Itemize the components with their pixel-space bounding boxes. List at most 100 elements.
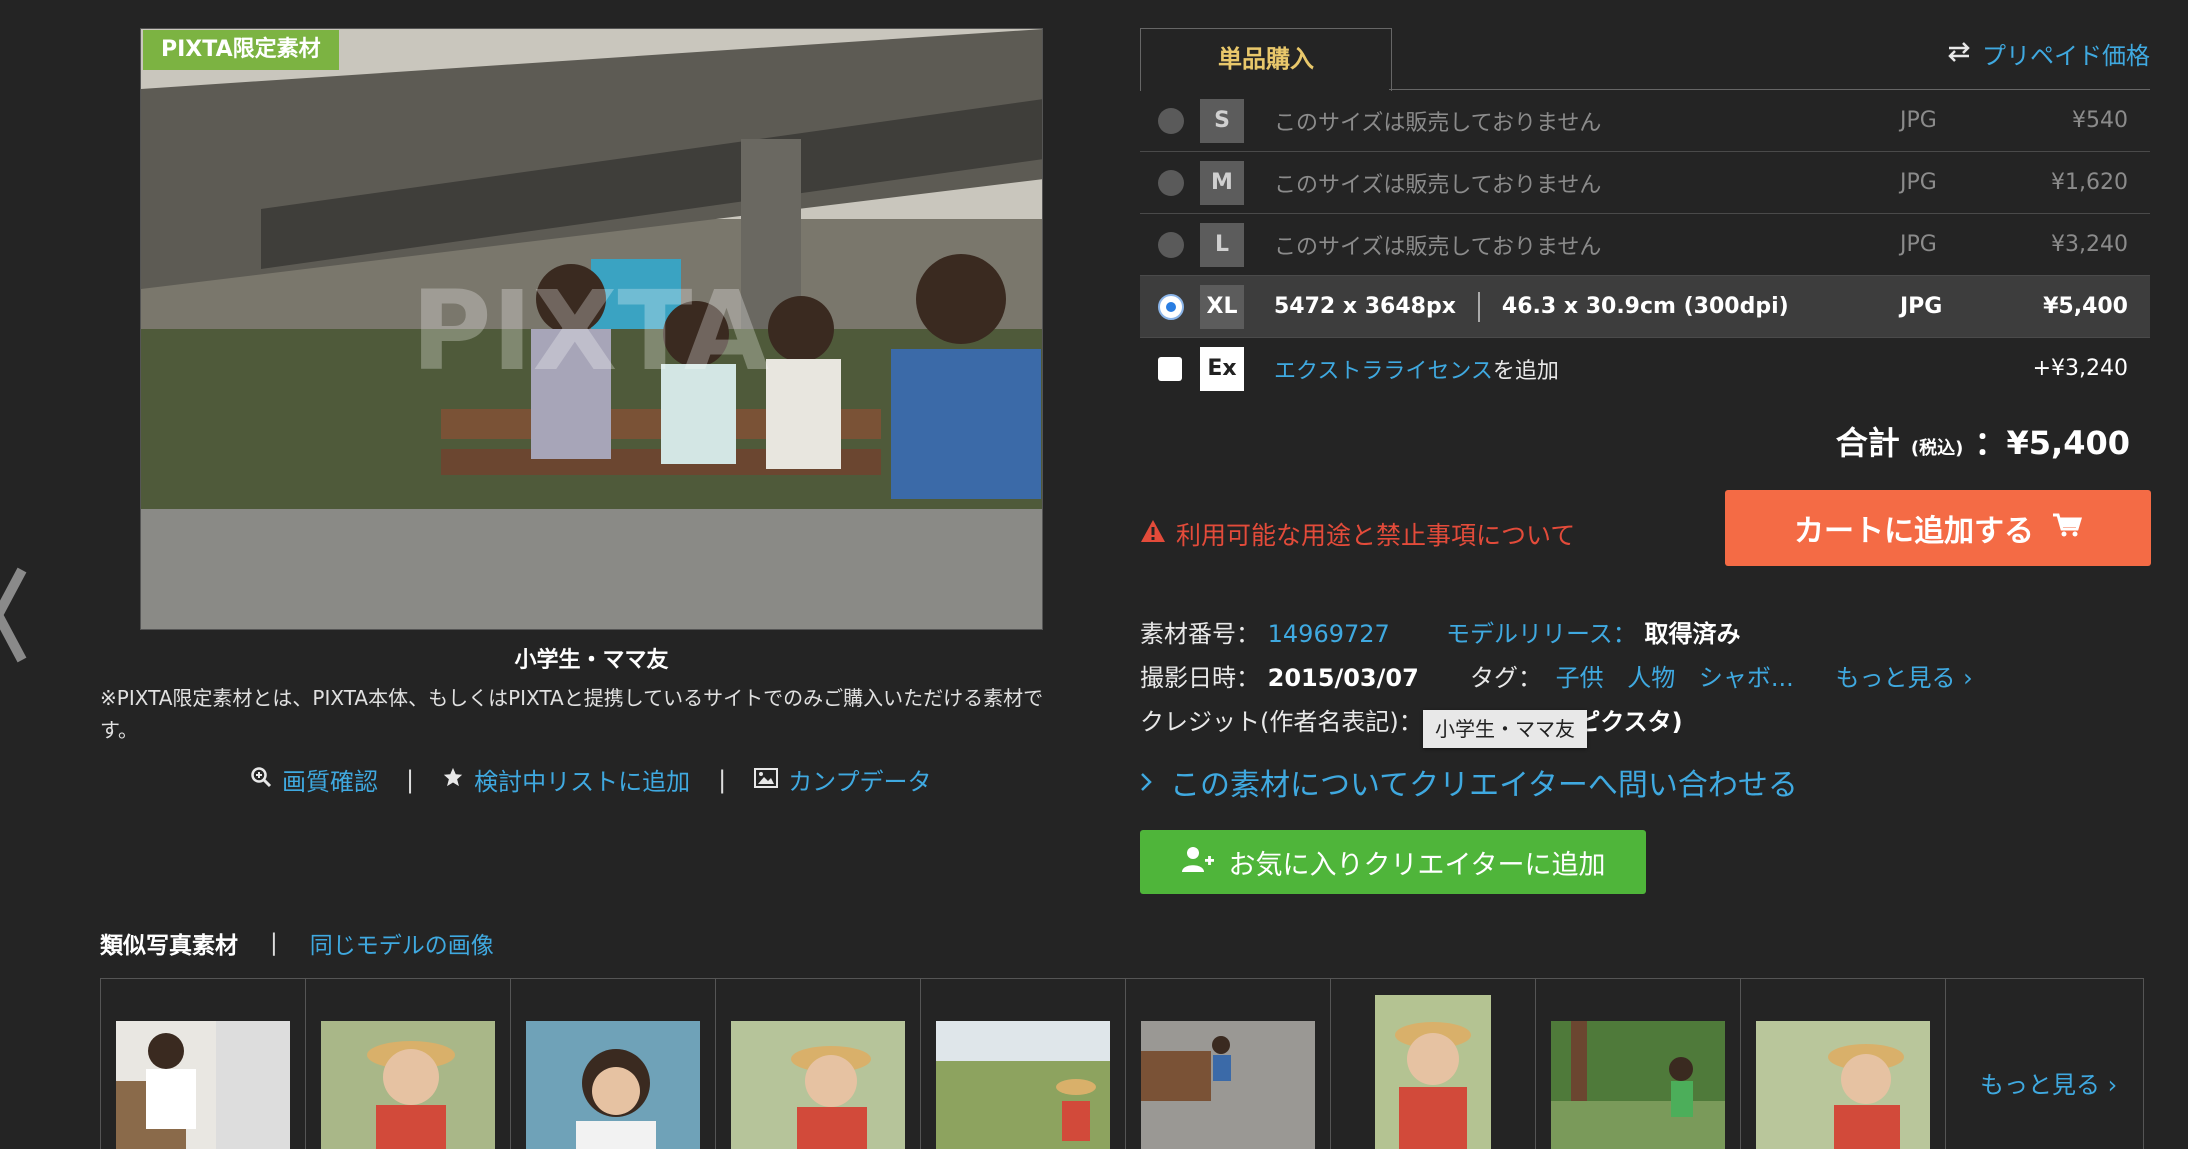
chevron-right-icon [1140, 765, 1152, 800]
divider: | [270, 930, 278, 956]
add-user-icon [1181, 845, 1215, 880]
similar-thumb-cell[interactable] [1536, 979, 1741, 1149]
size-radio[interactable] [1158, 107, 1184, 134]
more-tags-link[interactable]: もっと見る › [1835, 664, 1972, 692]
size-row-s[interactable]: S このサイズは販売しておりません JPG ¥540 [1140, 90, 2150, 152]
contact-creator-link[interactable]: この素材についてクリエイターへ問い合わせる [1140, 760, 1798, 804]
zoom-icon [250, 766, 272, 794]
size-format: JPG [1900, 170, 1937, 195]
cart-icon [2052, 511, 2083, 546]
similar-thumbnail[interactable] [1141, 1021, 1315, 1149]
usage-warning-link[interactable]: 利用可能な用途と禁止事項について [1140, 516, 1575, 552]
meta-row-tags: タグ： 子供 人物 シャボ... もっと見る › [1470, 658, 1973, 693]
quality-check-label: 画質確認 [282, 768, 378, 796]
extra-license-link[interactable]: エクストラライセンス [1274, 359, 1493, 384]
similar-thumb-cell[interactable] [511, 979, 716, 1149]
meta-credit-value: ピクスタ) [1576, 708, 1683, 736]
tab-single-purchase[interactable]: 単品購入 [1140, 28, 1392, 91]
meta-model-value: 取得済み [1644, 620, 1741, 648]
meta-row-id: 素材番号： 14969727 [1140, 614, 1390, 649]
quality-check-link[interactable]: 画質確認 [250, 762, 378, 797]
image-icon [754, 766, 779, 794]
wishlist-link[interactable]: 検討中リストに追加 [442, 762, 690, 797]
size-format: JPG [1900, 294, 1943, 319]
add-to-cart-button[interactable]: カートに追加する [1725, 490, 2151, 566]
total-label: 合計 [1835, 424, 1900, 462]
size-pixels: 5472 x 3648px [1274, 293, 1456, 319]
prepaid-price-link[interactable]: プリペイド価格 [1946, 36, 2150, 71]
add-to-cart-label: カートに追加する [1794, 514, 2034, 549]
photo-actions: 画質確認 | 検討中リストに追加 | カンプデータ [250, 762, 931, 797]
size-cm: 46.3 x 30.9cm (300dpi) [1501, 293, 1789, 319]
similar-thumbnail[interactable] [526, 1021, 700, 1149]
similar-thumb-cell[interactable] [306, 979, 511, 1149]
size-row-xl[interactable]: XL 5472 x 3648px 46.3 x 30.9cm (300dpi) J… [1140, 276, 2150, 338]
size-row-l[interactable]: L このサイズは販売しておりません JPG ¥3,240 [1140, 214, 2150, 276]
extra-license-checkbox[interactable] [1158, 356, 1182, 381]
previous-arrow-icon[interactable] [0, 560, 32, 670]
size-table: S このサイズは販売しておりません JPG ¥540 M このサイズは販売してお… [1140, 90, 2150, 399]
size-label: M [1200, 160, 1244, 205]
similar-thumb-cell[interactable] [1741, 979, 1946, 1149]
size-radio[interactable] [1158, 169, 1184, 196]
divider [1477, 291, 1480, 322]
credit-tooltip: 小学生・ママ友 [1423, 710, 1587, 748]
comp-data-label: カンプデータ [788, 768, 932, 796]
size-description: このサイズは販売しておりません [1274, 110, 1602, 136]
similar-thumbnail[interactable] [321, 1021, 495, 1149]
size-radio-selected[interactable] [1158, 293, 1184, 320]
meta-credit-label: クレジット(作者名表記)： [1140, 708, 1423, 736]
wishlist-label: 検討中リストに追加 [474, 768, 691, 796]
meta-row-date: 撮影日時： 2015/03/07 [1140, 658, 1419, 693]
similar-thumbnail[interactable] [936, 1021, 1110, 1149]
size-row-m[interactable]: M このサイズは販売しておりません JPG ¥1,620 [1140, 152, 2150, 214]
similar-thumbnail[interactable] [116, 1021, 290, 1149]
total-value: ：¥5,400 [1974, 424, 2131, 462]
contact-creator-label: この素材についてクリエイターへ問い合わせる [1170, 768, 1798, 803]
favorite-creator-button[interactable]: お気に入りクリエイターに追加 [1140, 830, 1646, 894]
size-label: XL [1200, 284, 1244, 329]
similar-thumbnail[interactable] [731, 1021, 905, 1149]
size-radio[interactable] [1158, 231, 1184, 258]
similar-thumbnails: もっと見る › [100, 978, 2144, 1149]
similar-thumbnail[interactable] [1756, 1021, 1930, 1149]
meta-model-label[interactable]: モデルリリース： [1446, 620, 1637, 648]
size-description: このサイズは販売しておりません [1274, 234, 1602, 260]
size-description: このサイズは販売しておりません [1274, 172, 1602, 198]
similar-title[interactable]: 類似写真素材 [100, 926, 238, 960]
comp-data-link[interactable]: カンプデータ [754, 762, 931, 797]
tag-link[interactable]: 子供 [1556, 664, 1604, 692]
tag-link[interactable]: シャボ... [1699, 664, 1794, 692]
size-price: ¥1,620 [2051, 170, 2128, 195]
size-description: 5472 x 3648px 46.3 x 30.9cm (300dpi) [1274, 291, 1789, 322]
tag-link[interactable]: 人物 [1627, 664, 1675, 692]
watermark: PIXTA [411, 267, 769, 395]
extra-license-row[interactable]: Ex エクストラライセンスを追加 +¥3,240 [1140, 338, 2150, 399]
similar-thumb-cell[interactable] [101, 979, 306, 1149]
size-label: Ex [1200, 346, 1244, 391]
similar-more-cell[interactable]: もっと見る › [1946, 979, 2143, 1149]
similar-thumb-cell[interactable] [1331, 979, 1536, 1149]
photo-caption: 小学生・ママ友 [514, 648, 669, 673]
main-photo[interactable]: PIXTA [140, 28, 1043, 630]
total-price: 合計 (税込) ：¥5,400 [1600, 418, 2130, 464]
size-price: ¥5,400 [2043, 294, 2128, 319]
total-tax-note: (税込) [1910, 438, 1964, 459]
similar-thumb-cell[interactable] [921, 979, 1126, 1149]
size-format: JPG [1900, 232, 1937, 257]
similar-more-link[interactable]: もっと見る › [1980, 1065, 2117, 1100]
extra-license-description: エクストラライセンスを追加 [1274, 353, 1559, 385]
similar-thumbnail[interactable] [1551, 1021, 1725, 1149]
similar-thumb-cell[interactable] [1126, 979, 1331, 1149]
size-label: L [1200, 222, 1244, 267]
extra-license-price: +¥3,240 [2032, 356, 2128, 381]
size-price: ¥3,240 [2051, 232, 2128, 257]
same-model-link[interactable]: 同じモデルの画像 [310, 926, 494, 960]
size-price: ¥540 [2072, 108, 2128, 133]
star-icon [442, 766, 464, 794]
similar-thumbnail[interactable] [1375, 995, 1491, 1149]
meta-id-value[interactable]: 14969727 [1268, 620, 1390, 648]
meta-row-credit: クレジット(作者名表記)： ピクスタ) [1140, 702, 1683, 737]
exclusive-badge: PIXTA限定素材 [143, 30, 339, 70]
similar-thumb-cell[interactable] [716, 979, 921, 1149]
